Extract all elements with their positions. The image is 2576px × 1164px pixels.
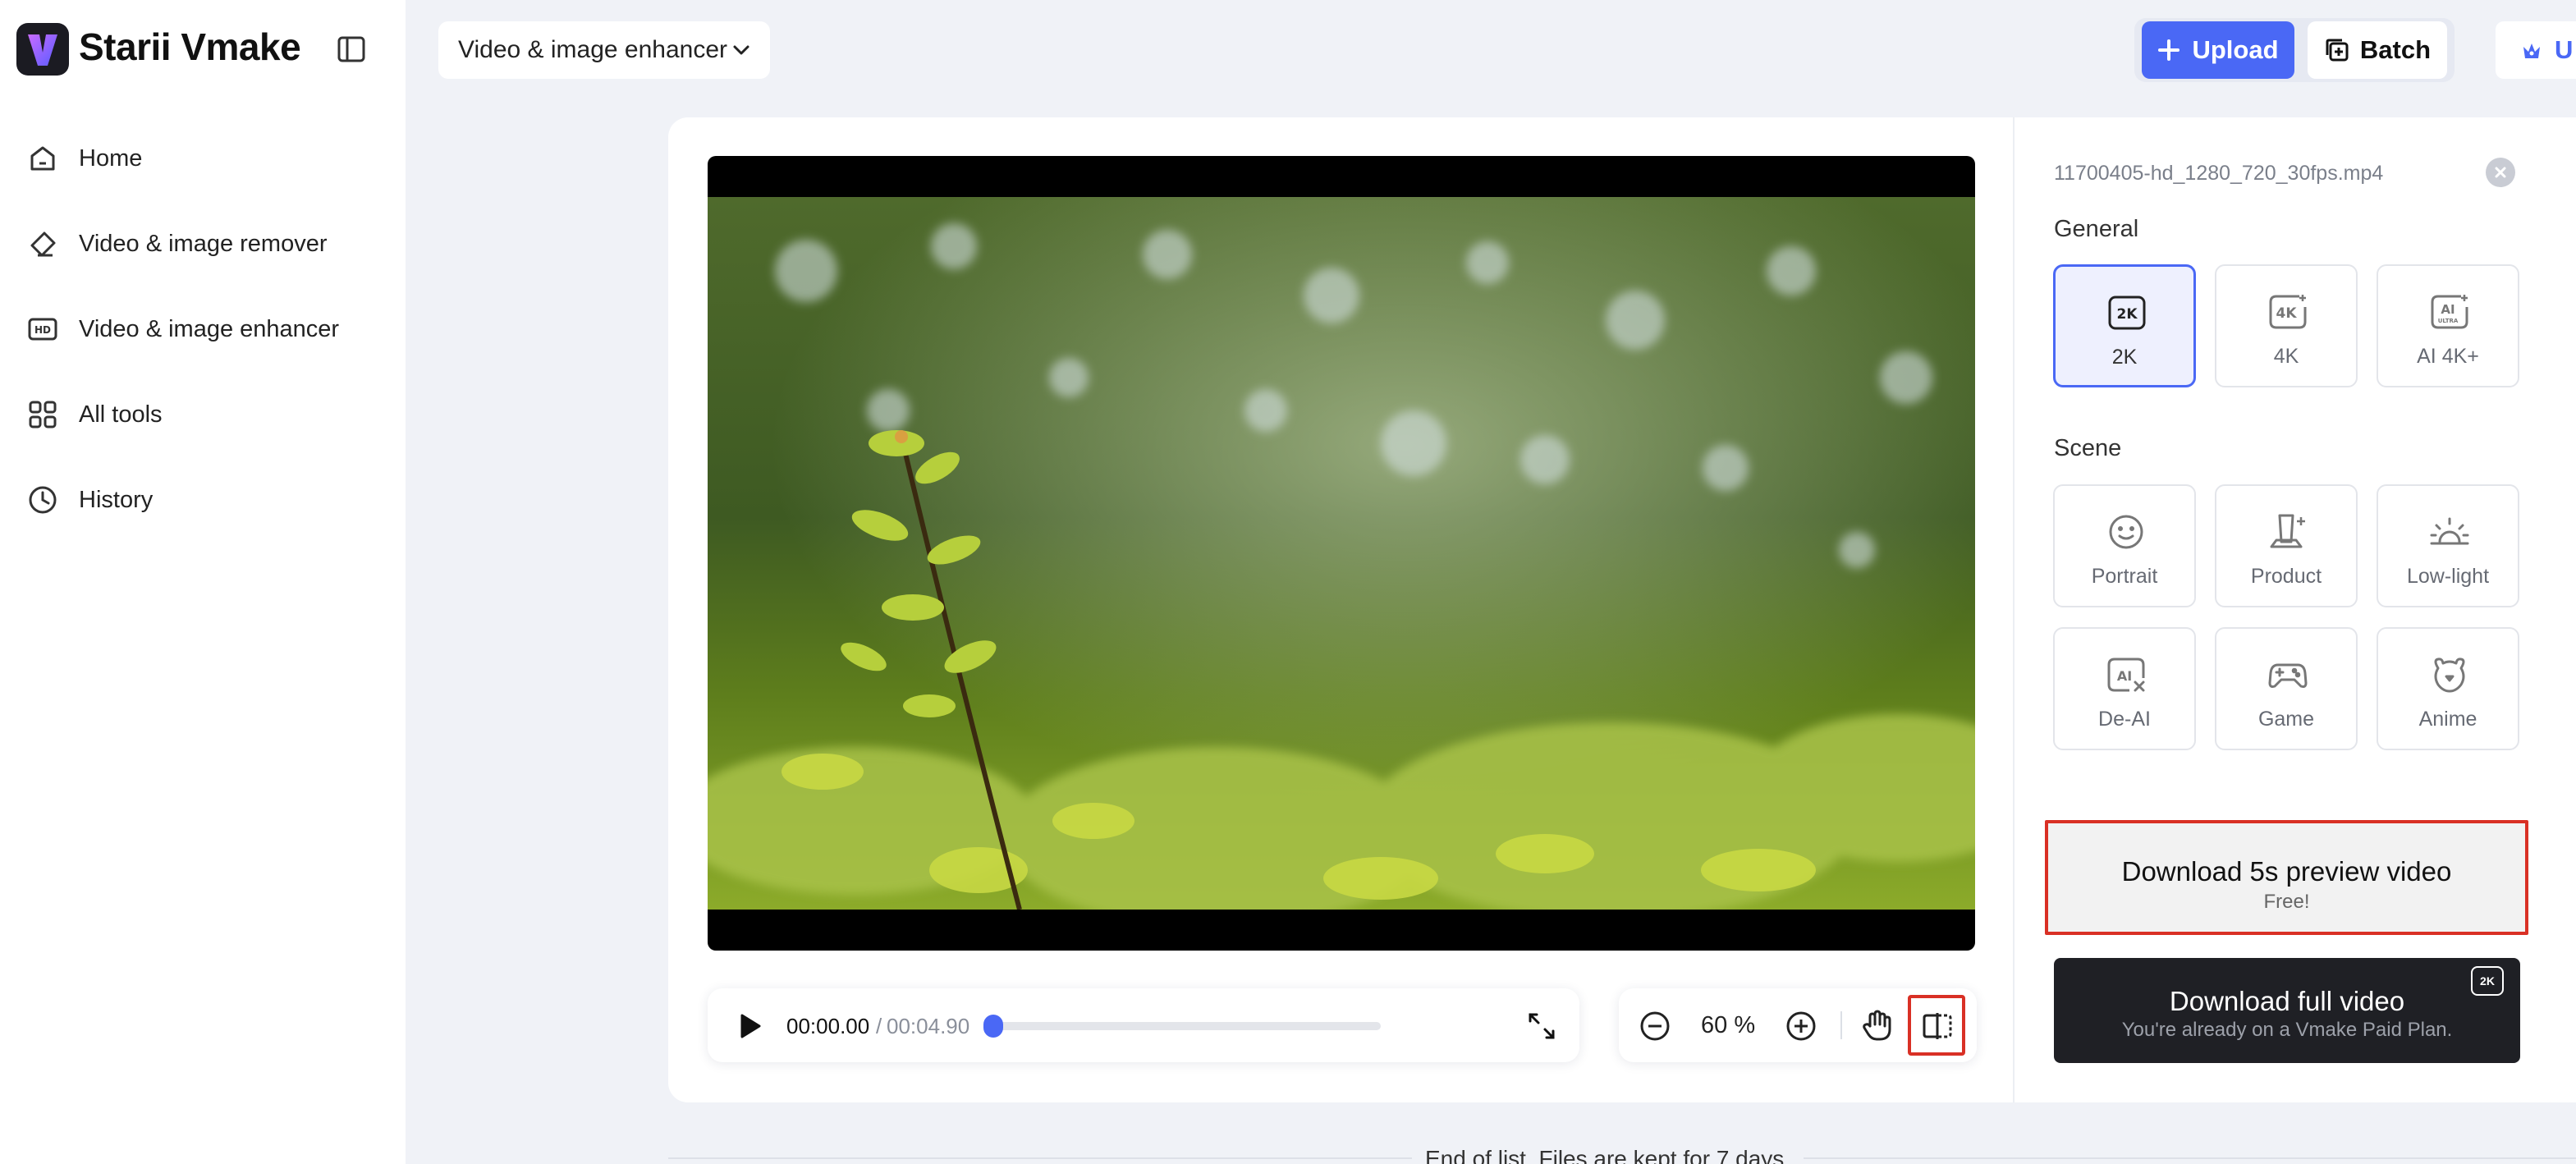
option-label: 2K	[2111, 346, 2138, 369]
2k-icon: 2K	[2107, 295, 2147, 331]
sidebar-item-label: Video & image enhancer	[79, 315, 340, 342]
download-preview-button[interactable]: Download 5s preview video Free!	[2045, 820, 2528, 935]
home-icon	[28, 144, 57, 173]
video-preview[interactable]	[708, 156, 1975, 951]
option-ai-4k-plus[interactable]: AI ULTRA AI 4K+	[2377, 264, 2519, 387]
hd-icon: HD	[28, 314, 57, 344]
plus-icon	[2157, 39, 2180, 62]
scene-anime[interactable]: Anime	[2377, 627, 2519, 750]
smiley-icon	[2106, 514, 2146, 550]
general-section-title: General	[2054, 216, 2139, 242]
preview-button-title: Download 5s preview video	[2121, 856, 2452, 887]
hand-icon[interactable]	[1860, 1008, 1893, 1043]
option-label: 4K	[2273, 345, 2299, 368]
preview-button-subtitle: Free!	[2263, 891, 2310, 913]
divider	[1840, 1011, 1842, 1039]
sidebar: Starii Vmake Home Video & image remover	[0, 0, 406, 1164]
sidebar-item-label: All tools	[79, 401, 163, 428]
scene-product[interactable]: Product	[2215, 484, 2358, 607]
file-name: 11700405-hd_1280_720_30fps.mp4	[2054, 162, 2384, 185]
option-label: Portrait	[2091, 565, 2158, 588]
end-of-list-note: End of list. Files are kept for 7 days.	[1412, 1146, 1804, 1164]
sidebar-item-remover[interactable]: Video & image remover	[0, 211, 406, 277]
crown-icon	[2520, 39, 2543, 62]
bear-icon	[2430, 657, 2469, 693]
sunrise-icon	[2430, 514, 2469, 550]
4k-icon: 4K	[2268, 294, 2308, 330]
mode-select-label: Video & image enhancer	[458, 36, 728, 63]
upload-button[interactable]: Upload	[2142, 21, 2294, 79]
resolution-badge: 2K	[2471, 966, 2504, 996]
sidebar-item-enhancer[interactable]: HD Video & image enhancer	[0, 296, 406, 362]
compare-split-button[interactable]	[1908, 995, 1965, 1056]
progress-track[interactable]	[995, 1022, 1381, 1030]
batch-icon	[2324, 37, 2350, 63]
sidebar-item-all-tools[interactable]: All tools	[0, 382, 406, 447]
sidebar-item-label: Video & image remover	[79, 230, 328, 257]
upgrade-label: U	[2555, 35, 2574, 64]
total-time: 00:04.90	[887, 1014, 970, 1038]
svg-text:AI: AI	[2117, 668, 2132, 684]
app-name: Starii Vmake	[79, 25, 301, 68]
option-label: Product	[2250, 565, 2322, 588]
ai-ultra-icon: AI ULTRA	[2430, 294, 2469, 330]
eraser-icon	[28, 229, 57, 259]
grid-icon	[28, 400, 57, 429]
svg-text:ULTRA: ULTRA	[2438, 318, 2459, 324]
scene-de-ai[interactable]: AI De-AI	[2053, 627, 2196, 750]
de-ai-icon: AI	[2106, 657, 2146, 693]
chevron-down-icon	[732, 42, 750, 58]
video-frame-image	[708, 197, 1975, 910]
fullscreen-icon[interactable]	[1525, 1010, 1558, 1043]
zoom-out-icon[interactable]	[1639, 1010, 1671, 1043]
scene-low-light[interactable]: Low-light	[2377, 484, 2519, 607]
download-full-button[interactable]: Download full video You're already on a …	[2054, 958, 2520, 1063]
gamepad-icon	[2268, 657, 2308, 693]
panel-divider	[2013, 117, 2015, 1102]
scene-game[interactable]: Game	[2215, 627, 2358, 750]
upgrade-button[interactable]: U	[2496, 21, 2576, 79]
current-time: 00:00.00	[786, 1014, 870, 1038]
app-logo[interactable]	[16, 23, 69, 76]
svg-text:4K: 4K	[2276, 305, 2297, 322]
scene-section-title: Scene	[2054, 435, 2122, 461]
time-separator: /	[876, 1014, 882, 1038]
zoom-level: 60 %	[1701, 1012, 1756, 1038]
zoom-controls: 60 %	[1619, 988, 1977, 1062]
svg-text:2K: 2K	[2116, 306, 2138, 323]
batch-label: Batch	[2359, 35, 2432, 64]
clock-icon	[28, 485, 57, 515]
full-button-title: Download full video	[2169, 986, 2405, 1016]
option-label: Anime	[2418, 708, 2477, 731]
product-icon	[2268, 514, 2308, 550]
svg-text:HD: HD	[34, 324, 51, 336]
sidebar-toggle-icon[interactable]	[337, 34, 366, 64]
mode-select[interactable]: Video & image enhancer	[438, 21, 770, 79]
svg-text:AI: AI	[2441, 302, 2455, 317]
full-button-subtitle: You're already on a Vmake Paid Plan.	[2121, 1019, 2453, 1041]
option-label: Low-light	[2406, 565, 2490, 588]
sidebar-item-home[interactable]: Home	[0, 126, 406, 191]
sidebar-item-history[interactable]: History	[0, 467, 406, 533]
option-label: De-AI	[2098, 708, 2151, 731]
option-label: Game	[2257, 708, 2315, 731]
progress-handle[interactable]	[983, 1015, 1003, 1038]
upload-label: Upload	[2192, 35, 2279, 64]
playback-controls: 00:00.00 / 00:04.90	[708, 988, 1579, 1062]
scene-portrait[interactable]: Portrait	[2053, 484, 2196, 607]
close-icon[interactable]	[2486, 158, 2515, 187]
option-2k[interactable]: 2K 2K	[2053, 264, 2196, 387]
batch-button[interactable]: Batch	[2308, 21, 2447, 79]
sidebar-item-label: History	[79, 486, 154, 513]
option-4k[interactable]: 4K 4K	[2215, 264, 2358, 387]
option-label: AI 4K+	[2417, 345, 2479, 368]
zoom-in-icon[interactable]	[1785, 1010, 1817, 1043]
play-icon[interactable]	[732, 1010, 765, 1043]
sidebar-item-label: Home	[79, 144, 143, 172]
